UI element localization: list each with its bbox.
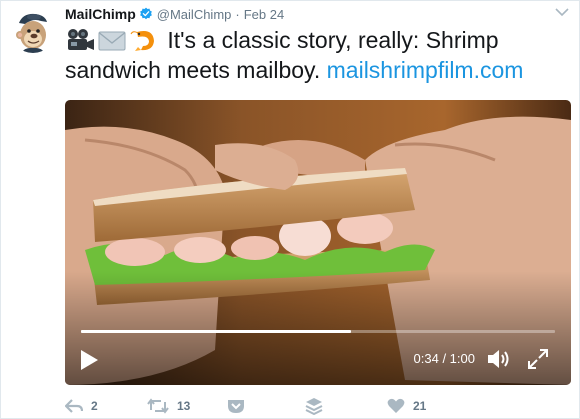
retweet-count: 13 <box>177 399 191 413</box>
volume-icon[interactable] <box>487 348 511 370</box>
like-button[interactable]: 21 <box>387 396 426 416</box>
video-progress-bar[interactable] <box>81 330 555 333</box>
reply-button[interactable]: 2 <box>65 396 98 416</box>
tweet-text: It's a classic story, really: Shrimp san… <box>65 25 573 85</box>
buffer-button[interactable] <box>305 396 323 416</box>
heart-icon <box>387 398 405 413</box>
video-frame <box>65 100 571 385</box>
play-icon[interactable] <box>79 349 99 371</box>
retweet-icon <box>147 398 169 414</box>
tweet-date[interactable]: Feb 24 <box>244 7 284 22</box>
fullscreen-icon[interactable] <box>527 348 549 370</box>
movie-camera-icon <box>65 28 95 52</box>
buffer-stack-icon <box>305 398 323 415</box>
chevron-down-icon[interactable] <box>555 7 569 17</box>
author-name[interactable]: MailChimp <box>65 6 136 22</box>
reply-count: 2 <box>91 399 98 413</box>
like-count: 21 <box>413 399 427 413</box>
video-progress-fill <box>81 330 352 333</box>
verified-badge-icon <box>139 7 152 20</box>
pocket-icon <box>228 400 244 413</box>
retweet-button[interactable]: 13 <box>147 396 190 416</box>
tweet-header: MailChimp @MailChimp · Feb 24 <box>65 5 284 23</box>
shrimp-icon <box>129 28 159 52</box>
tweet-link[interactable]: mailshrimpfilm.com <box>327 57 524 83</box>
reply-icon <box>65 399 83 413</box>
avatar[interactable] <box>11 9 55 53</box>
envelope-icon <box>97 28 127 52</box>
author-handle[interactable]: @MailChimp <box>157 7 232 22</box>
pocket-button[interactable] <box>227 396 245 416</box>
tweet-actions: 2 13 21 <box>65 396 465 416</box>
mailchimp-logo-icon <box>11 9 55 53</box>
tweet-card: MailChimp @MailChimp · Feb 24 It's a cla… <box>0 0 580 419</box>
video-time: 0:34 / 1:00 <box>413 351 475 366</box>
video-player[interactable]: 0:34 / 1:00 <box>65 100 571 385</box>
header-separator: · <box>235 6 240 22</box>
